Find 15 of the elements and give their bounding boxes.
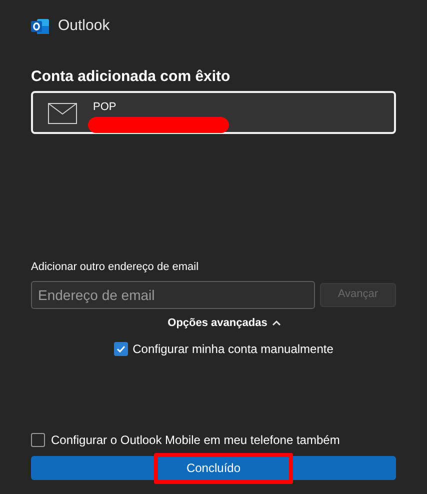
checkbox[interactable] xyxy=(114,342,128,356)
checkbox-label: Configurar minha conta manualmente xyxy=(132,341,334,358)
checkbox[interactable] xyxy=(31,433,45,447)
app-title: Outlook xyxy=(58,16,110,36)
checkbox-label: Configurar o Outlook Mobile em meu telefone também xyxy=(51,432,340,449)
field-label: Adicionar outro endereço de email xyxy=(31,260,200,275)
advanced-options-toggle[interactable]: Opções avançadas xyxy=(168,314,282,331)
outlook-logo-icon xyxy=(31,18,50,35)
envelope-icon xyxy=(48,103,77,124)
done-button[interactable]: Concluído xyxy=(31,456,396,480)
checkmark-icon xyxy=(116,344,126,354)
email-field[interactable]: Endereço de email xyxy=(31,280,316,308)
account-type: POP xyxy=(93,100,118,115)
heading: Conta adicionada com êxito xyxy=(31,66,232,86)
chevron-up-icon xyxy=(272,320,282,326)
